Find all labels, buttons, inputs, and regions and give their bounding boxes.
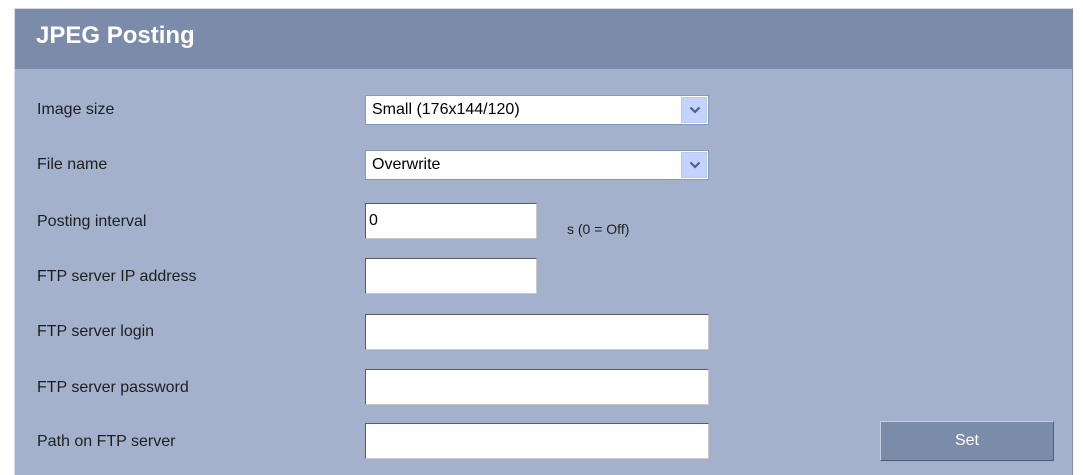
file-name-label: File name: [37, 156, 108, 173]
image-size-dropdown-button[interactable]: [681, 97, 707, 123]
ftp-path-label: Path on FTP server: [37, 433, 176, 450]
jpeg-posting-panel: JPEG Posting Image size Small (176x144/1…: [14, 8, 1073, 475]
posting-interval-input[interactable]: [365, 203, 537, 239]
ftp-login-input[interactable]: [365, 314, 709, 350]
ftp-password-label: FTP server password: [37, 379, 189, 396]
ftp-path-input[interactable]: [365, 423, 709, 459]
image-size-value: Small (176x144/120): [372, 101, 520, 118]
posting-interval-label: Posting interval: [37, 213, 147, 230]
ftp-ip-input[interactable]: [365, 258, 537, 294]
panel-title: JPEG Posting: [36, 22, 195, 49]
chevron-down-icon: [689, 106, 701, 114]
file-name-dropdown-button[interactable]: [681, 152, 707, 178]
image-size-select[interactable]: Small (176x144/120): [365, 95, 709, 125]
panel-header: JPEG Posting: [15, 9, 1072, 69]
file-name-value: Overwrite: [372, 156, 441, 173]
set-button[interactable]: Set: [880, 421, 1054, 461]
file-name-select[interactable]: Overwrite: [365, 150, 709, 180]
ftp-ip-label: FTP server IP address: [37, 268, 197, 285]
ftp-password-input[interactable]: [365, 369, 709, 405]
image-size-label: Image size: [37, 101, 115, 118]
chevron-down-icon: [689, 161, 701, 169]
ftp-login-label: FTP server login: [37, 323, 155, 340]
posting-interval-unit: s (0 = Off): [567, 221, 630, 237]
